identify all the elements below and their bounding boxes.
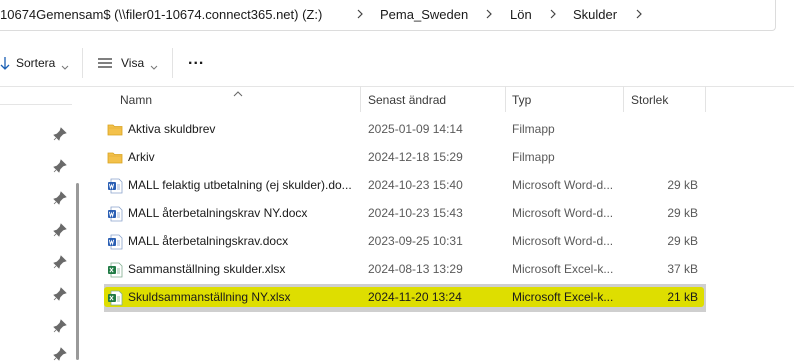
command-toolbar: Sortera Visa ... bbox=[0, 40, 794, 87]
file-size: 29 kB bbox=[667, 234, 698, 248]
breadcrumb-lon[interactable]: Lön bbox=[510, 7, 532, 22]
file-name: MALL återbetalningskrav NY.docx bbox=[128, 206, 308, 220]
pin-icon[interactable] bbox=[53, 319, 67, 333]
file-name: MALL återbetalningskrav.docx bbox=[128, 234, 289, 248]
chevron-right-icon[interactable] bbox=[634, 6, 644, 22]
toolbar-divider bbox=[172, 48, 173, 78]
file-name: MALL felaktig utbetalning (ej skulder).d… bbox=[128, 178, 352, 192]
file-row[interactable]: MALL återbetalningskrav NY.docx 2024-10-… bbox=[104, 200, 706, 228]
nav-scrollbar-thumb[interactable] bbox=[76, 183, 79, 360]
file-type: Microsoft Word-d... bbox=[512, 178, 614, 192]
sort-arrow-icon bbox=[0, 55, 10, 71]
pin-icon[interactable] bbox=[53, 347, 67, 361]
file-modified: 2023-09-25 10:31 bbox=[368, 234, 463, 248]
sort-button[interactable]: Sortera bbox=[0, 53, 69, 73]
file-row[interactable]: MALL felaktig utbetalning (ej skulder).d… bbox=[104, 172, 706, 200]
navigation-pane bbox=[0, 87, 86, 361]
chevron-right-icon[interactable] bbox=[484, 6, 494, 22]
file-type: Microsoft Word-d... bbox=[512, 206, 614, 220]
pin-icon[interactable] bbox=[53, 255, 67, 269]
file-modified: 2024-08-13 13:29 bbox=[368, 262, 463, 276]
column-header-size[interactable]: Storlek bbox=[631, 93, 668, 107]
file-row[interactable]: Arkiv 2024-12-18 15:29 Filmapp bbox=[104, 144, 706, 172]
column-divider[interactable] bbox=[623, 86, 624, 112]
file-modified: 2024-10-23 15:40 bbox=[368, 178, 463, 192]
file-name: Aktiva skuldbrev bbox=[128, 122, 216, 136]
view-button[interactable]: Visa bbox=[97, 53, 158, 73]
file-row-selected[interactable]: Skuldsammanställning NY.xlsx 2024-11-20 … bbox=[104, 284, 706, 312]
folder-icon bbox=[107, 150, 123, 166]
breadcrumb-drive[interactable]: 10674Gemensam$ (\\filer01-10674.connect3… bbox=[0, 7, 322, 22]
file-type: Microsoft Excel-k... bbox=[512, 290, 614, 304]
nav-pane-item[interactable] bbox=[0, 87, 72, 105]
excel-sheet-icon bbox=[107, 262, 123, 278]
chevron-right-icon[interactable] bbox=[548, 6, 558, 22]
column-header-modified[interactable]: Senast ändrad bbox=[368, 93, 446, 107]
sort-label: Sortera bbox=[16, 56, 56, 70]
file-size: 21 kB bbox=[667, 290, 698, 304]
column-header-type[interactable]: Typ bbox=[512, 93, 531, 107]
column-divider[interactable] bbox=[360, 86, 361, 112]
file-row[interactable]: Sammanställning skulder.xlsx 2024-08-13 … bbox=[104, 256, 706, 284]
pin-icon[interactable] bbox=[53, 191, 67, 205]
pin-icon[interactable] bbox=[53, 287, 67, 301]
file-type: Filmapp bbox=[512, 122, 555, 136]
breadcrumb-skulder[interactable]: Skulder bbox=[573, 7, 617, 22]
word-doc-icon bbox=[107, 234, 123, 250]
file-name: Arkiv bbox=[128, 150, 155, 164]
pin-icon[interactable] bbox=[53, 127, 67, 141]
file-modified: 2024-10-23 15:43 bbox=[368, 206, 463, 220]
folder-icon bbox=[107, 122, 123, 138]
file-name: Skuldsammanställning NY.xlsx bbox=[128, 290, 291, 304]
word-doc-icon bbox=[107, 206, 123, 222]
chevron-right-icon[interactable] bbox=[355, 6, 365, 22]
more-options-button[interactable]: ... bbox=[188, 50, 204, 70]
column-header-name[interactable]: Namn bbox=[120, 93, 152, 107]
column-divider[interactable] bbox=[705, 86, 706, 112]
file-type: Filmapp bbox=[512, 150, 555, 164]
file-type: Microsoft Word-d... bbox=[512, 234, 614, 248]
file-modified: 2024-11-20 13:24 bbox=[368, 290, 462, 304]
chevron-down-icon bbox=[150, 60, 158, 70]
file-size: 37 kB bbox=[667, 262, 698, 276]
file-modified: 2024-12-18 15:29 bbox=[368, 150, 463, 164]
view-list-icon bbox=[97, 57, 113, 69]
column-divider[interactable] bbox=[505, 86, 506, 112]
address-bar[interactable]: 10674Gemensam$ (\\filer01-10674.connect3… bbox=[0, 0, 776, 31]
file-type: Microsoft Excel-k... bbox=[512, 262, 614, 276]
word-doc-icon bbox=[107, 178, 123, 194]
file-row[interactable]: MALL återbetalningskrav.docx 2023-09-25 … bbox=[104, 228, 706, 256]
file-size: 29 kB bbox=[667, 206, 698, 220]
pin-icon[interactable] bbox=[53, 223, 67, 237]
pin-icon[interactable] bbox=[53, 159, 67, 173]
view-label: Visa bbox=[121, 56, 145, 70]
file-size: 29 kB bbox=[667, 178, 698, 192]
file-row[interactable]: Aktiva skuldbrev 2025-01-09 14:14 Filmap… bbox=[104, 116, 706, 144]
breadcrumb-pema-sweden[interactable]: Pema_Sweden bbox=[380, 7, 468, 22]
file-list: Namn Senast ändrad Typ Storlek Aktiva sk… bbox=[104, 86, 794, 360]
excel-sheet-icon bbox=[107, 290, 123, 306]
sort-ascending-icon bbox=[233, 86, 243, 97]
file-name: Sammanställning skulder.xlsx bbox=[128, 262, 286, 276]
chevron-down-icon bbox=[61, 60, 69, 70]
column-header-row: Namn Senast ändrad Typ Storlek bbox=[104, 86, 706, 112]
toolbar-divider bbox=[82, 48, 83, 78]
file-modified: 2025-01-09 14:14 bbox=[368, 122, 463, 136]
